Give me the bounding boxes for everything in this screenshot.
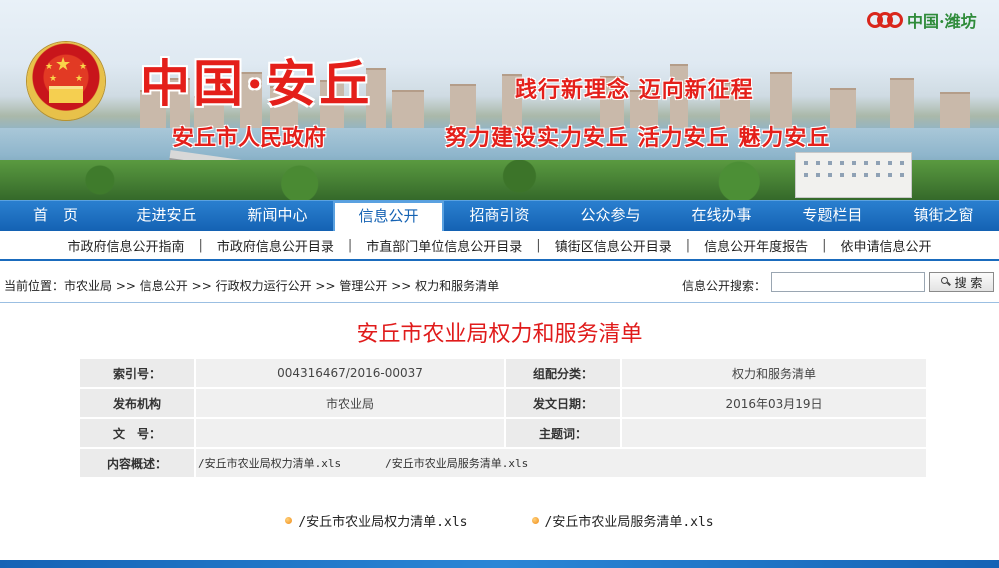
attachment-link[interactable]: /安丘市农业局权力清单.xls bbox=[285, 511, 468, 530]
metadata-table: 索引号： 004316467/2016-00037 组配分类： 权力和服务清单 … bbox=[80, 357, 926, 479]
category-value: 权力和服务清单 bbox=[622, 359, 926, 387]
nav-info-disclosure[interactable]: 信息公开 bbox=[333, 201, 444, 231]
nav-public-participation[interactable]: 公众参与 bbox=[555, 201, 666, 231]
footer-bar bbox=[0, 560, 999, 568]
attachment-list: /安丘市农业局权力清单.xls /安丘市农业局服务清单.xls bbox=[0, 511, 999, 530]
site-subtitle: 安丘市人民政府 bbox=[172, 125, 327, 151]
breadcrumb: 当前位置：市农业局 >> 信息公开 >> 行政权力运行公开 >> 管理公开 >>… bbox=[4, 277, 499, 294]
breadcrumb-item[interactable]: 权力和服务清单 bbox=[415, 279, 499, 293]
subnav-gov-catalog[interactable]: 市政府信息公开目录 bbox=[203, 236, 348, 255]
bullet-icon bbox=[285, 517, 293, 524]
nav-home[interactable]: 首 页 bbox=[0, 201, 111, 231]
nav-news-center[interactable]: 新闻中心 bbox=[222, 201, 333, 231]
breadcrumb-bar: 当前位置：市农业局 >> 信息公开 >> 行政权力运行公开 >> 管理公开 >>… bbox=[0, 268, 999, 300]
attachment-label: /安丘市农业局服务清单.xls bbox=[544, 515, 714, 530]
date-label: 发文日期： bbox=[506, 389, 620, 417]
page-title: 安丘市农业局权力和服务清单 bbox=[356, 322, 643, 347]
subnav-town-catalog[interactable]: 镇街区信息公开目录 bbox=[541, 236, 686, 255]
search-icon bbox=[940, 277, 951, 287]
breadcrumb-separator: >> bbox=[391, 279, 412, 293]
search-label: 信息公开搜索： bbox=[682, 279, 767, 293]
subject-label: 主题词： bbox=[506, 419, 620, 447]
nav-investment[interactable]: 招商引资 bbox=[444, 201, 555, 231]
breadcrumb-separator: >> bbox=[191, 279, 212, 293]
slogan-top: 践行新理念 迈向新征程 bbox=[515, 77, 754, 103]
doc-no-value bbox=[196, 419, 504, 447]
weifang-portal-link[interactable]: 中国·潍坊 bbox=[867, 8, 977, 32]
breadcrumb-item[interactable]: 行政权力运行公开 bbox=[216, 279, 312, 293]
site-title: 中国·安丘 bbox=[140, 54, 373, 113]
table-row: 内容概述： /安丘市农业局权力清单.xls/安丘市农业局服务清单.xls bbox=[80, 449, 926, 477]
index-no-value: 004316467/2016-00037 bbox=[196, 359, 504, 387]
breadcrumb-prefix: 当前位置： bbox=[4, 279, 65, 293]
nav-town-window[interactable]: 镇街之窗 bbox=[888, 201, 999, 231]
search-button[interactable]: 搜 索 bbox=[929, 272, 994, 292]
nav-special-topics[interactable]: 专题栏目 bbox=[777, 201, 888, 231]
weifang-portal-label: 中国·潍坊 bbox=[907, 12, 977, 31]
breadcrumb-item[interactable]: 市农业局 bbox=[64, 279, 112, 293]
nav-about-anqiu[interactable]: 走进安丘 bbox=[111, 201, 222, 231]
publisher-value: 市农业局 bbox=[196, 389, 504, 417]
main-nav: 首 页 走进安丘 新闻中心 信息公开 招商引资 公众参与 在线办事 专题栏目 镇… bbox=[0, 200, 999, 231]
subnav-request-disclosure[interactable]: 依申请信息公开 bbox=[827, 236, 946, 255]
subject-value bbox=[622, 419, 926, 447]
breadcrumb-item[interactable]: 管理公开 bbox=[339, 279, 387, 293]
site-banner: ★ ★ ★ ★ ★ 中国·安丘 安丘市人民政府 践行新理念 迈向新征程 努力建设… bbox=[0, 0, 999, 200]
breadcrumb-separator: >> bbox=[315, 279, 336, 293]
doc-no-label: 文 号： bbox=[80, 419, 194, 447]
attachment-link[interactable]: /安丘市农业局服务清单.xls bbox=[531, 511, 714, 530]
search-button-label: 搜 索 bbox=[954, 275, 983, 290]
publisher-label: 发布机构 bbox=[80, 389, 194, 417]
attachment-label: /安丘市农业局权力清单.xls bbox=[298, 515, 468, 530]
search-input[interactable] bbox=[771, 272, 925, 292]
subnav-dept-catalog[interactable]: 市直部门单位信息公开目录 bbox=[352, 236, 536, 255]
summary-file: /安丘市农业局权力清单.xls bbox=[198, 457, 342, 470]
summary-label: 内容概述： bbox=[80, 449, 194, 477]
white-building bbox=[795, 152, 912, 198]
category-label: 组配分类： bbox=[506, 359, 620, 387]
breadcrumb-separator: >> bbox=[115, 279, 136, 293]
bullet-icon bbox=[531, 517, 539, 524]
index-no-label: 索引号： bbox=[80, 359, 194, 387]
table-row: 文 号： 主题词： bbox=[80, 419, 926, 447]
weifang-logo-icon bbox=[867, 9, 903, 31]
table-row: 索引号： 004316467/2016-00037 组配分类： 权力和服务清单 bbox=[80, 359, 926, 387]
date-value: 2016年03月19日 bbox=[622, 389, 926, 417]
divider bbox=[0, 302, 999, 303]
table-row: 发布机构 市农业局 发文日期： 2016年03月19日 bbox=[80, 389, 926, 417]
subnav-guide[interactable]: 市政府信息公开指南 bbox=[53, 236, 198, 255]
summary-value: /安丘市农业局权力清单.xls/安丘市农业局服务清单.xls bbox=[196, 449, 926, 477]
sub-nav: 市政府信息公开指南 | 市政府信息公开目录 | 市直部门单位信息公开目录 | 镇… bbox=[0, 231, 999, 261]
national-emblem-icon: ★ ★ ★ ★ ★ bbox=[27, 42, 105, 120]
subnav-annual-report[interactable]: 信息公开年度报告 bbox=[690, 236, 822, 255]
summary-file: /安丘市农业局服务清单.xls bbox=[385, 457, 529, 470]
slogan-bottom: 努力建设实力安丘 活力安丘 魅力安丘 bbox=[445, 125, 831, 151]
nav-online-services[interactable]: 在线办事 bbox=[666, 201, 777, 231]
breadcrumb-item[interactable]: 信息公开 bbox=[140, 279, 188, 293]
